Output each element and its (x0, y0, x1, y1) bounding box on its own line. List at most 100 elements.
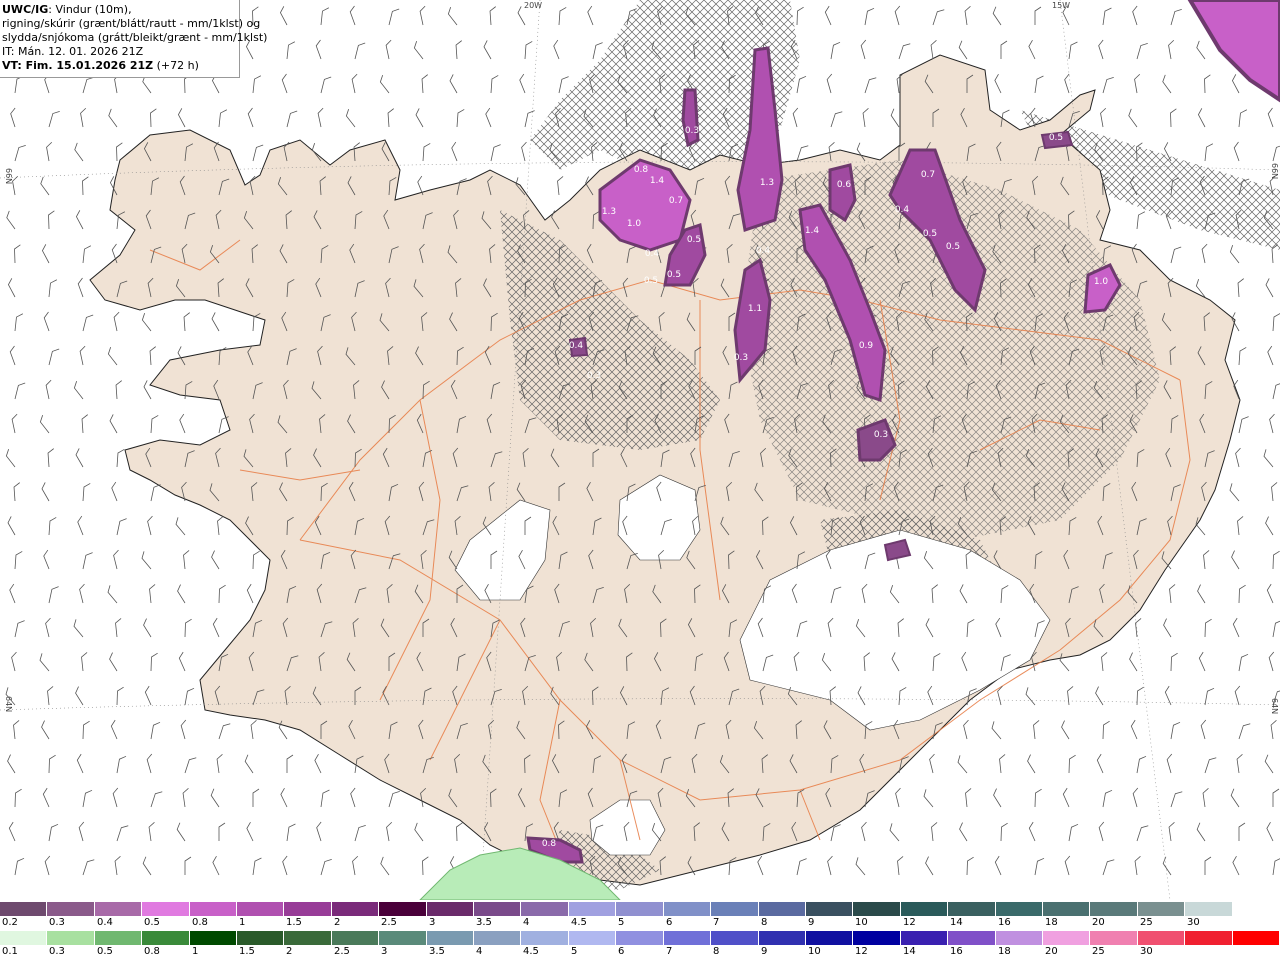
legend-swatch (94, 931, 143, 945)
legend-tick-label: 18 (998, 946, 1011, 957)
title-line1-rest: : Vindur (10m), (48, 3, 132, 16)
legend-swatch (426, 931, 475, 945)
legend-swatch (568, 902, 617, 916)
legend-tick-label: 3.5 (476, 917, 492, 928)
legend-swatch (616, 902, 664, 916)
legend-swatch (1137, 931, 1186, 945)
legend-tick-label: 10 (855, 917, 868, 928)
precip-value-label: 1.4 (805, 226, 820, 236)
legend-tick-label: 0.1 (2, 946, 18, 957)
precip-value-label: 0.5 (687, 235, 701, 245)
legend-tick-label: 3 (381, 946, 388, 957)
legend-swatch (900, 902, 949, 916)
legend-tick-label: 0.2 (2, 917, 18, 928)
legend-tick-label: 7 (713, 917, 720, 928)
precip-value-label: 0.4 (645, 249, 660, 259)
precip-value-label: 0.5 (1049, 133, 1063, 143)
legend-swatch (995, 902, 1043, 916)
weather-map: 20W 15W 66N 66N 64N 64N 0.30.81.41.30.71… (0, 0, 1280, 900)
precip-value-label: 0.5 (946, 242, 960, 252)
legend-tick-label: 6 (618, 946, 625, 957)
legend-swatch (0, 902, 48, 916)
legend-tick-label: 6 (666, 917, 673, 928)
legend-tick-label: 0.4 (97, 917, 113, 928)
legend-swatch (1232, 931, 1280, 945)
legend-swatch (711, 931, 759, 945)
legend-tick-label: 4.5 (523, 946, 539, 957)
legend-swatch (237, 902, 285, 916)
legend-tick-label: 0.5 (144, 917, 160, 928)
legend-tick-label: 2 (286, 946, 293, 957)
legend-tick-label: 1 (192, 946, 199, 957)
precip-value-label: 0.3 (734, 353, 748, 363)
legend-swatch (0, 931, 48, 945)
legend-tick-label: 16 (998, 917, 1011, 928)
legend-swatch (47, 902, 95, 916)
precip-legend: 0.2 0.3 0.4 0.5 0.8 1 1.5 2 2.5 3 3.5 4 4.5 5 6 7 8 9 10 12… (0, 900, 1280, 960)
lat-label-66n-left: 66N (4, 168, 13, 184)
title-line-4: IT: Mán. 12. 01. 2026 21Z (2, 45, 144, 58)
legend-swatch (853, 902, 901, 916)
snow-blob-north-2 (681, 88, 700, 148)
legend-swatch (1042, 931, 1091, 945)
precip-value-label: 1.0 (1094, 277, 1109, 287)
legend-tick-label: 4.5 (571, 917, 587, 928)
legend-swatch (379, 902, 427, 916)
legend-tick-label: 30 (1140, 946, 1153, 957)
legend-swatch (474, 931, 522, 945)
precip-value-label: 0.4 (569, 341, 584, 351)
legend-tick-label: 3.5 (429, 946, 445, 957)
map-title-box: UWC/IG: Vindur (10m), rigning/skúrir (gr… (0, 0, 267, 78)
lat-label-64n-left: 64N (4, 696, 13, 712)
precip-value-label: 0.4 (895, 205, 910, 215)
legend-swatch (237, 931, 285, 945)
legend-rain-ticks: 0.1 0.3 0.5 0.8 1 1.5 2 2.5 3 3.5 4 4.5 5 6 7 8 9 10 12 14 1… (0, 945, 1280, 959)
precip-value-label: 1.3 (602, 207, 616, 217)
legend-row-snow: 0.2 0.3 0.4 0.5 0.8 1 1.5 2 2.5 3 3.5 4 4.5 5 6 7 8 9 10 12… (0, 902, 1280, 930)
legend-swatch (331, 902, 380, 916)
legend-swatch (521, 931, 569, 945)
legend-tick-label: 9 (761, 946, 768, 957)
legend-swatch (995, 931, 1043, 945)
legend-swatch (805, 931, 854, 945)
legend-tick-label: 1.5 (239, 946, 255, 957)
lon-label-20w: 20W (524, 1, 542, 10)
precip-value-label: 0.3 (874, 430, 888, 440)
title-vt: VT: Fim. 15.01.2026 21Z (2, 59, 154, 72)
legend-snow-ticks: 0.2 0.3 0.4 0.5 0.8 1 1.5 2 2.5 3 3.5 4 4.5 5 6 7 8 9 10 12… (0, 916, 1280, 930)
legend-tick-label: 3 (429, 917, 436, 928)
legend-tick-label: 14 (950, 917, 963, 928)
legend-swatch (426, 902, 475, 916)
precip-value-label: 1.0 (627, 219, 642, 229)
legend-swatch (900, 931, 949, 945)
legend-swatch (1090, 902, 1138, 916)
precip-value-label: 0.7 (921, 170, 935, 180)
legend-tick-label: 14 (903, 946, 916, 957)
lon-label-15w: 15W (1052, 1, 1070, 10)
legend-tick-label: 2.5 (381, 917, 397, 928)
precip-value-label: 0.5 (923, 229, 937, 239)
legend-tick-label: 9 (808, 917, 815, 928)
legend-swatch (1137, 902, 1186, 916)
legend-swatch (189, 931, 238, 945)
legend-swatch (711, 902, 759, 916)
legend-swatch (474, 902, 522, 916)
precip-value-label: 0.3 (685, 126, 699, 136)
legend-tick-label: 0.3 (49, 917, 65, 928)
legend-tick-label: 25 (1092, 946, 1105, 957)
precip-value-label: 0.3 (587, 371, 601, 381)
legend-tick-label: 4 (523, 917, 530, 928)
legend-swatch (1232, 902, 1280, 916)
legend-swatch (521, 902, 569, 916)
legend-tick-label: 2 (334, 917, 341, 928)
precip-value-label: 0.4 (617, 843, 632, 853)
legend-tick-label: 1.5 (286, 917, 302, 928)
legend-swatch (568, 931, 617, 945)
legend-swatch (331, 931, 380, 945)
legend-swatch (284, 902, 332, 916)
legend-swatch (948, 902, 996, 916)
legend-tick-label: 8 (713, 946, 720, 957)
legend-tick-label: 4 (476, 946, 483, 957)
legend-tick-label: 18 (1045, 917, 1058, 928)
legend-tick-label: 0.8 (144, 946, 160, 957)
